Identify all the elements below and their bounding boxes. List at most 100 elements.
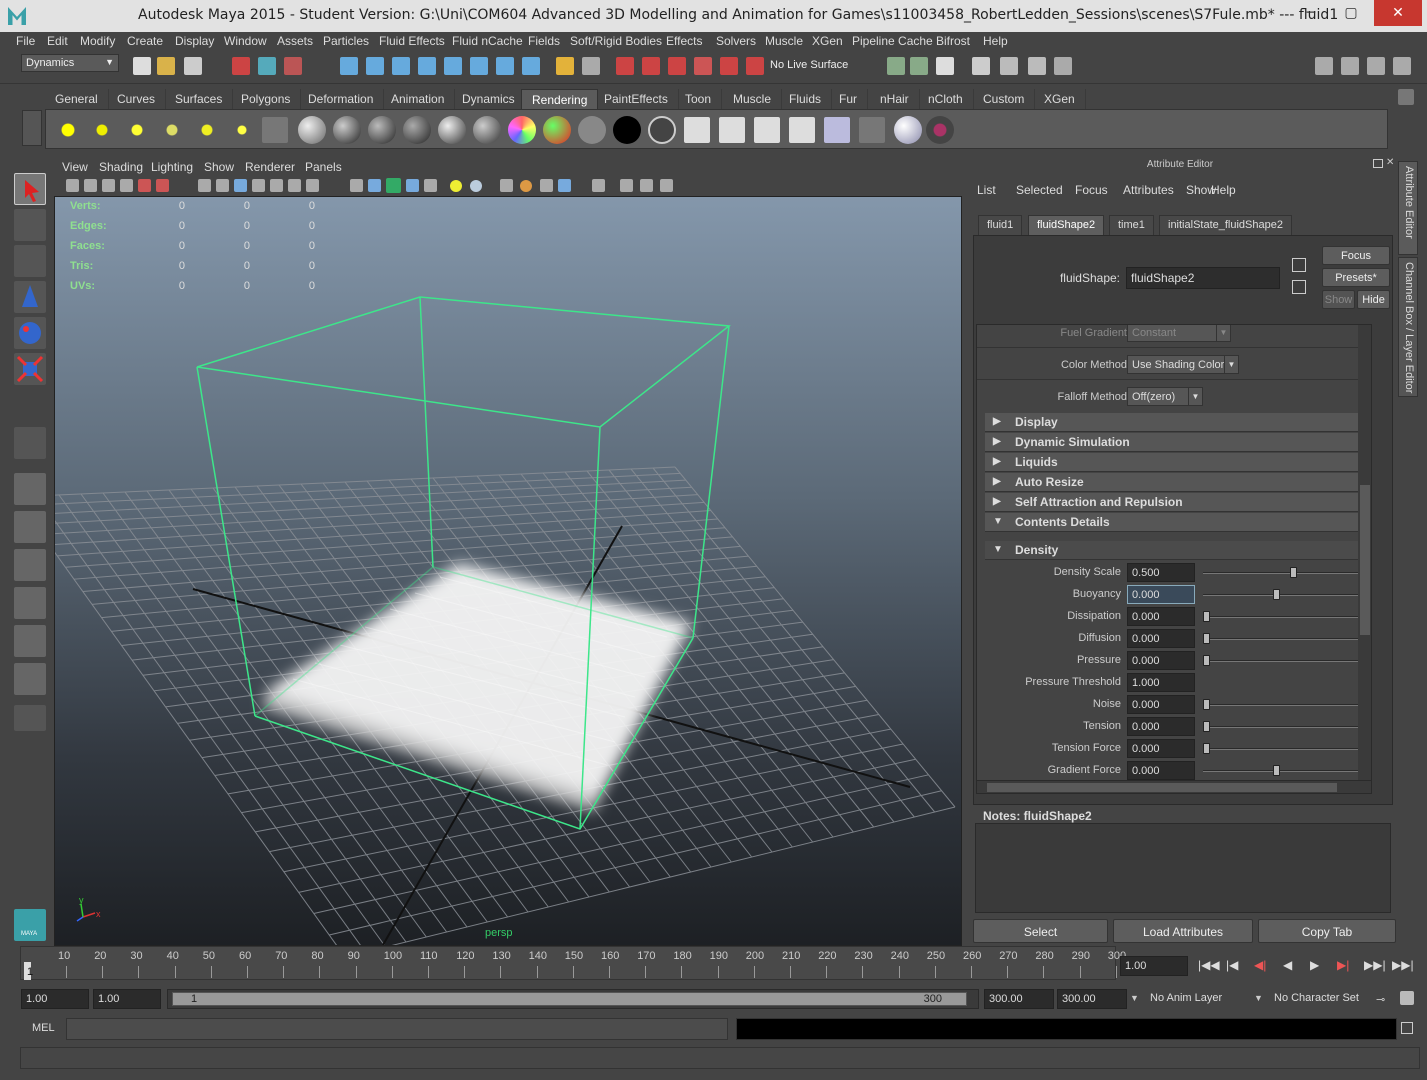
buoyancy-field[interactable]: 0.000 <box>1127 585 1195 604</box>
ae-tab-initialstate[interactable]: initialState_fluidShape2 <box>1159 215 1292 235</box>
menu-set-dropdown[interactable]: Dynamics ▼ <box>21 54 119 72</box>
animation-preferences-icon[interactable] <box>1400 991 1414 1005</box>
anisotropic-material-icon[interactable] <box>298 116 326 144</box>
attribute-editor-toggle-icon[interactable] <box>972 57 990 75</box>
tension-slider[interactable] <box>1203 726 1358 728</box>
output-connections-icon[interactable] <box>1292 280 1306 294</box>
single-perspective-layout-icon[interactable] <box>14 473 46 505</box>
chevron-down-icon[interactable]: ▼ <box>1130 993 1139 1003</box>
panel-layout-icon[interactable] <box>1315 57 1333 75</box>
perspective-outliner-layout-icon[interactable] <box>14 549 46 581</box>
ae-tab-fluid1[interactable]: fluid1 <box>978 215 1023 235</box>
range-slider[interactable]: 1 300 <box>167 989 979 1009</box>
snap-view-icon[interactable] <box>418 57 436 75</box>
shelf-tab-deformation[interactable]: Deformation <box>298 89 385 109</box>
menu-modify[interactable]: Modify <box>80 34 115 48</box>
magnet-icon[interactable] <box>720 57 738 75</box>
tool-settings-icon[interactable] <box>1000 57 1018 75</box>
maximize-button[interactable]: ▢ <box>1331 0 1371 26</box>
tension-force-slider[interactable] <box>1203 748 1358 750</box>
gradient-force-slider[interactable] <box>1203 770 1358 772</box>
fuel-gradient-dropdown[interactable]: Constant ▼ <box>1127 325 1231 342</box>
ae-tab-time1[interactable]: time1 <box>1109 215 1154 235</box>
load-attributes-button[interactable]: Load Attributes <box>1113 919 1253 943</box>
anim-end-field[interactable]: 300.00 <box>1057 989 1127 1009</box>
range-slider-handle[interactable]: 1 300 <box>172 992 967 1006</box>
density-scale-field[interactable]: 0.500 <box>1127 563 1195 582</box>
ae-tab-fluidshape2[interactable]: fluidShape2 <box>1028 215 1105 235</box>
save-scene-icon[interactable] <box>184 57 202 75</box>
viewport-menu-lighting[interactable]: Lighting <box>151 160 193 174</box>
shelf-tab-surfaces[interactable]: Surfaces <box>165 89 234 109</box>
panel-layout-3-icon[interactable] <box>1367 57 1385 75</box>
panel-layout-4-icon[interactable] <box>1393 57 1411 75</box>
perspective-graph-layout-icon[interactable] <box>14 587 46 619</box>
anim-start-field[interactable]: 1.00 <box>93 989 161 1009</box>
ae-menu-help[interactable]: Help <box>1211 183 1236 197</box>
shelf-tab-toon[interactable]: Toon <box>675 89 723 109</box>
snap-live-icon[interactable] <box>444 57 462 75</box>
current-frame-field[interactable]: 1.00 <box>1120 956 1188 976</box>
shading-map-icon[interactable] <box>543 116 571 144</box>
graph-editor-layout-icon[interactable] <box>14 663 46 695</box>
menu-fluid-effects[interactable]: Fluid Effects <box>379 34 445 48</box>
menu-solvers[interactable]: Solvers <box>716 34 756 48</box>
mel-command-input[interactable] <box>66 1018 728 1040</box>
lock-icon[interactable] <box>556 57 574 75</box>
color-method-dropdown[interactable]: Use Shading Color ▼ <box>1127 355 1239 374</box>
viewport-menu-show[interactable]: Show <box>204 160 234 174</box>
render-view-icon[interactable] <box>684 117 710 143</box>
horizontal-scrollbar-thumb[interactable] <box>987 783 1337 792</box>
shelf-tab-animation[interactable]: Animation <box>381 89 456 109</box>
snap-surface-icon[interactable] <box>470 57 488 75</box>
tension-slider-handle[interactable] <box>1203 721 1210 732</box>
select-button[interactable]: Select <box>973 919 1108 943</box>
shelf-tab-fluids[interactable]: Fluids <box>779 89 833 109</box>
light-editor-icon[interactable] <box>859 117 885 143</box>
scale-tool-icon[interactable] <box>14 353 46 385</box>
menu-edit[interactable]: Edit <box>47 34 68 48</box>
noise-field[interactable]: 0.000 <box>1127 695 1195 714</box>
tension-force-slider-handle[interactable] <box>1203 743 1210 754</box>
vertical-scrollbar[interactable] <box>1358 325 1371 780</box>
ae-menu-focus[interactable]: Focus <box>1075 183 1108 197</box>
menu-particles[interactable]: Particles <box>323 34 369 48</box>
select-object-icon[interactable] <box>258 57 276 75</box>
go-to-end-button[interactable]: ▶▶| <box>1392 958 1414 972</box>
viewport-menu-view[interactable]: View <box>62 160 88 174</box>
menu-xgen[interactable]: XGen <box>812 34 843 48</box>
section-liquids[interactable]: ▶ Liquids <box>985 453 1371 472</box>
close-panel-icon[interactable]: ✕ <box>1386 157 1394 168</box>
ae-menu-list[interactable]: List <box>977 183 996 197</box>
ipr-render-icon[interactable] <box>910 57 928 75</box>
time-slider[interactable]: 1 10 20 30 40 50 60 70 80 90 100 110 120 130 140 150 16… <box>10 946 1126 982</box>
diffusion-field[interactable]: 0.000 <box>1127 629 1195 648</box>
input-connections-icon[interactable] <box>1292 258 1306 272</box>
pressure-slider-handle[interactable] <box>1203 655 1210 666</box>
vertical-scrollbar-thumb[interactable] <box>1360 485 1370 635</box>
go-to-start-button[interactable]: |◀◀ <box>1198 958 1220 972</box>
shelf-tab-ncloth[interactable]: nCloth <box>918 89 974 109</box>
panel-layout-2-icon[interactable] <box>1341 57 1359 75</box>
volume-light-icon[interactable] <box>228 116 256 144</box>
render-settings-shelf-icon[interactable] <box>789 117 815 143</box>
character-set-dropdown[interactable]: No Character Set <box>1270 989 1370 1009</box>
menu-window[interactable]: Window <box>224 34 267 48</box>
shelf-tab-general[interactable]: General <box>45 89 109 109</box>
menu-bifrost[interactable]: Bifrost <box>936 34 970 48</box>
notes-textbox[interactable] <box>975 823 1391 913</box>
step-forward-key-button[interactable]: ▶▶| <box>1364 958 1386 972</box>
history-icon[interactable] <box>616 57 634 75</box>
open-scene-icon[interactable] <box>157 57 175 75</box>
hide-button[interactable]: Hide <box>1357 290 1390 309</box>
phong-material-icon[interactable] <box>403 116 431 144</box>
menu-fields[interactable]: Fields <box>528 34 560 48</box>
script-editor-icon[interactable] <box>1401 1022 1413 1034</box>
dissipation-slider[interactable] <box>1203 616 1358 618</box>
section-auto-resize[interactable]: ▶ Auto Resize <box>985 473 1371 492</box>
shelf-tab-fur[interactable]: Fur <box>829 89 868 109</box>
ipr-render-current-frame-icon[interactable] <box>754 117 780 143</box>
noise-slider[interactable] <box>1203 704 1358 706</box>
section-display[interactable]: ▶ Display <box>985 413 1371 432</box>
focus-button[interactable]: Focus <box>1322 246 1390 265</box>
